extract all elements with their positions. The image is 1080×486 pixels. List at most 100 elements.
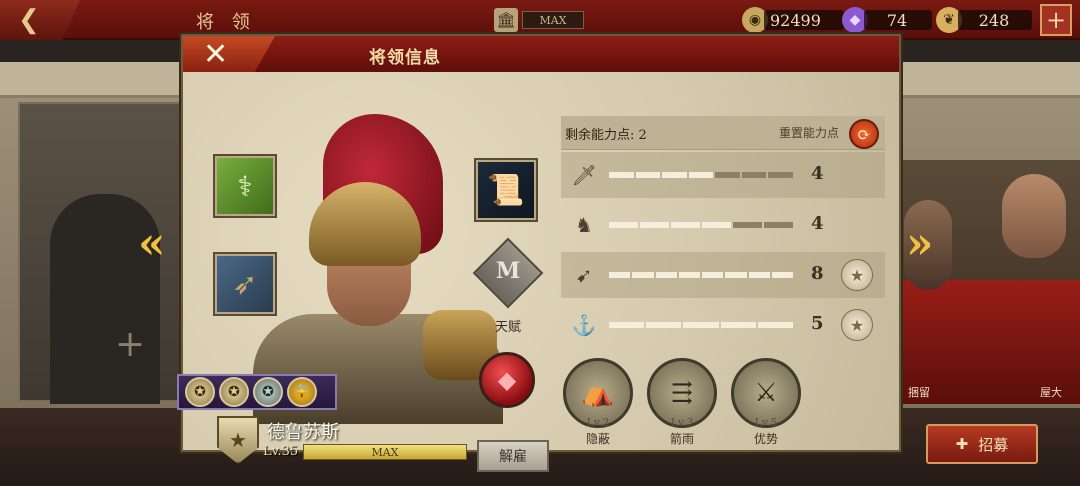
ability-points-header: 剩余能力点: 2 重置能力点 ⟳ <box>561 116 885 150</box>
stat-segment <box>632 272 654 278</box>
stat-segment <box>768 172 794 178</box>
hero-card-name: 捆留 <box>908 386 930 399</box>
stat-value: 5 <box>811 313 824 334</box>
talent-button[interactable]: M <box>472 237 544 314</box>
dialog-body: ⚕ ➶ 📜 M 天赋 ◆ ✪ ✪ ✪ 🔒 ★ 德鲁苏斯 Lv.35 MAX 解雇… <box>177 72 899 472</box>
stat-segment <box>609 172 634 178</box>
stat-segment <box>725 272 747 278</box>
lock-icon[interactable]: 🔒 <box>287 377 317 407</box>
reset-button[interactable]: ⟳ <box>849 119 879 149</box>
stat-segment <box>720 322 756 328</box>
skill-stealth[interactable]: ⛺ Lv.2 隐蔽 <box>563 358 633 446</box>
dismiss-button[interactable]: 解雇 <box>477 440 549 472</box>
stat-value: 8 <box>811 263 824 284</box>
stat-segment <box>671 222 700 228</box>
scroll-equipment-slot[interactable]: 📜 <box>474 158 538 222</box>
stat-row-sword: 🗡 4 <box>561 152 885 198</box>
add-icon: + <box>115 324 146 365</box>
gem-value: 74 <box>864 10 932 30</box>
hero-portrait-right <box>1002 174 1066 258</box>
stat-segment <box>702 222 731 228</box>
hero-level: Lv.35 <box>263 444 299 459</box>
banner-icon: ⚕ <box>237 169 253 203</box>
coin-value: 92499 <box>764 10 844 30</box>
stat-segment <box>609 322 645 328</box>
recruit-icon: ✚ <box>955 435 969 453</box>
skill-name: 优势 <box>753 432 778 446</box>
add-resource-button[interactable]: + <box>1040 4 1072 36</box>
stat-segment <box>655 272 677 278</box>
ruby-icon: ◆ <box>497 366 517 394</box>
stat-segment <box>688 172 714 178</box>
stat-bar <box>609 272 793 278</box>
crossbow-icon: ➶ <box>232 266 258 302</box>
close-button[interactable]: ✕ <box>183 36 275 72</box>
skill-name: 隐蔽 <box>585 432 610 446</box>
anchor-icon: ⚓ <box>571 313 597 337</box>
temple-icon: 🏛 <box>494 8 518 32</box>
stat-segment <box>741 172 767 178</box>
bow-icon: ➹ <box>575 263 593 287</box>
stat-bar <box>609 322 794 328</box>
building-level-label: MAX <box>522 11 584 29</box>
chevron-left-icon: ❮ <box>18 5 40 35</box>
medal-icon[interactable]: ✪ <box>253 377 283 407</box>
page-title: 将 领 <box>196 12 256 33</box>
ruby-gem-button[interactable]: ◆ <box>479 352 535 408</box>
stat-segment <box>733 222 762 228</box>
recruit-label: 招募 <box>978 435 1009 454</box>
stat-bar <box>609 172 794 178</box>
stat-segment <box>715 172 740 178</box>
laurel-resource[interactable]: ❦ 248 <box>936 7 1032 33</box>
hero-name: 德鲁苏斯 <box>267 422 339 443</box>
coin-resource[interactable]: ◉ 92499 <box>742 7 844 33</box>
sword-icon: 🗡 <box>571 163 597 187</box>
stat-segment <box>635 172 661 178</box>
stat-segment <box>609 272 631 278</box>
mastery-medal-icon[interactable]: ★ <box>841 309 873 341</box>
medal-icon[interactable]: ✪ <box>185 377 215 407</box>
hero-card-right[interactable]: 捆留 屋大 <box>900 160 1080 404</box>
stat-segment <box>764 222 793 228</box>
stat-segment <box>609 222 638 228</box>
reset-points-label: 重置能力点 <box>778 126 839 140</box>
horse-icon: ♞ <box>575 213 593 237</box>
hero-info-dialog: ✕ 将领信息 ⚕ ➶ 📜 M 天赋 ◆ ✪ ✪ ✪ 🔒 ★ 德鲁苏斯 Lv.35… <box>177 34 901 472</box>
medal-icon[interactable]: ✪ <box>219 377 249 407</box>
stat-segment <box>683 322 719 328</box>
level-progress-bar: MAX <box>303 444 467 460</box>
scroll-icon: 📜 <box>487 172 525 208</box>
stat-value: 4 <box>811 163 824 184</box>
prev-hero-arrow-icon[interactable]: « <box>138 218 166 269</box>
skill-level: Lv.3 <box>670 416 694 429</box>
dialog-header: ✕ 将领信息 <box>183 36 899 72</box>
skill-arrow-rain[interactable]: ⇶ Lv.3 箭雨 <box>647 358 717 446</box>
back-button[interactable]: ❮ <box>0 0 80 40</box>
gem-resource[interactable]: ◆ 74 <box>842 7 932 33</box>
stat-segment <box>678 272 700 278</box>
next-hero-arrow-icon[interactable]: » <box>906 218 934 269</box>
weapon-equipment-slot[interactable]: ➶ <box>213 252 277 316</box>
stat-value: 4 <box>811 213 824 234</box>
medal-bar: ✪ ✪ ✪ 🔒 <box>177 374 337 410</box>
talent-label: 天赋 <box>494 320 521 335</box>
stat-row-anchor: ⚓ 5 ★ <box>561 302 885 348</box>
stat-segment <box>640 222 669 228</box>
stat-segment <box>748 272 770 278</box>
remaining-points: 剩余能力点: 2 <box>565 128 647 143</box>
recruit-button[interactable]: ✚ 招募 <box>926 424 1038 464</box>
building-level-badge[interactable]: 🏛 MAX <box>494 8 584 32</box>
stat-bar <box>609 222 793 228</box>
skill-advantage[interactable]: ⚔ Lv.5 优势 <box>731 358 801 446</box>
talent-icon: M <box>495 258 521 284</box>
close-icon: ✕ <box>203 36 229 72</box>
skill-level: Lv.2 <box>586 416 610 429</box>
stat-row-horse: ♞ 4 <box>561 202 885 248</box>
mastery-medal-icon[interactable]: ★ <box>841 259 873 291</box>
banner-equipment-slot[interactable]: ⚕ <box>213 154 277 218</box>
stat-segment <box>646 322 682 328</box>
stat-segment <box>702 272 724 278</box>
hero-card-name: 屋大 <box>1040 386 1062 399</box>
laurel-value: 248 <box>958 10 1032 30</box>
stat-segment <box>757 322 794 328</box>
